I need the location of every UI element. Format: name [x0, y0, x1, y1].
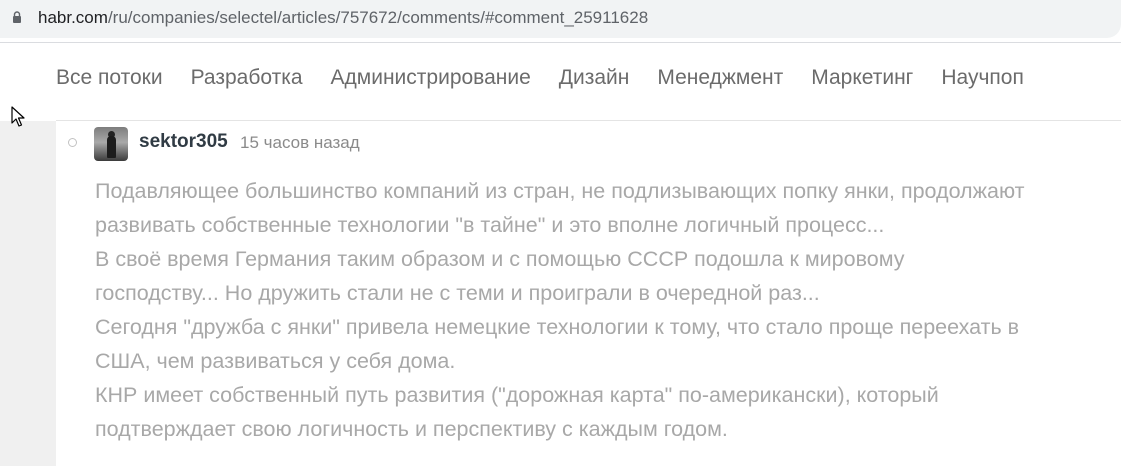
nav-item-design[interactable]: Дизайн [559, 66, 630, 96]
nav-item-all-flows[interactable]: Все потоки [56, 66, 163, 96]
hub-navigation: Все потоки Разработка Администрирование … [56, 66, 1052, 96]
comment-body: Подавляющее большинство компаний из стра… [95, 174, 1115, 446]
comment-line: Подавляющее большинство компаний из стра… [95, 179, 1025, 203]
nav-item-management[interactable]: Менеджмент [657, 66, 783, 96]
comment-line: США, чем развиваться у себя дома. [95, 349, 456, 373]
cursor-icon [11, 106, 25, 127]
avatar-figure-body [107, 136, 116, 158]
lock-icon[interactable] [12, 11, 22, 23]
url-text[interactable]: habr.com/ru/companies/selectel/articles/… [38, 8, 648, 28]
comment-line: господству... Но дружить стали не с теми… [95, 281, 820, 305]
comment-timestamp[interactable]: 15 часов назад [240, 133, 360, 153]
toolbar-divider [0, 42, 1121, 43]
comment-line: подтверждает свою логичность и перспекти… [95, 417, 728, 441]
thread-marker-icon [68, 138, 77, 147]
nav-item-development[interactable]: Разработка [191, 66, 303, 96]
address-bar[interactable]: habr.com/ru/companies/selectel/articles/… [0, 0, 1121, 38]
comment-line: развивать собственные технологии "в тайн… [95, 213, 885, 237]
nav-item-administration[interactable]: Администрирование [331, 66, 531, 96]
nav-item-marketing[interactable]: Маркетинг [811, 66, 913, 96]
url-host: habr.com [38, 8, 108, 27]
comment-line: В своё время Германия таким образом и с … [95, 247, 905, 271]
comment-line: Сегодня "дружба с янки" привела немецкие… [95, 315, 1020, 339]
nav-item-popsci[interactable]: Научпоп [941, 66, 1023, 96]
comment-username[interactable]: sektor305 [139, 131, 228, 153]
url-path: /ru/companies/selectel/articles/757672/c… [107, 8, 649, 27]
comment-line: КНР имеет собственный путь развития ("до… [95, 383, 939, 407]
left-gutter [0, 121, 56, 466]
nav-divider [56, 120, 1121, 121]
avatar[interactable] [94, 127, 128, 161]
